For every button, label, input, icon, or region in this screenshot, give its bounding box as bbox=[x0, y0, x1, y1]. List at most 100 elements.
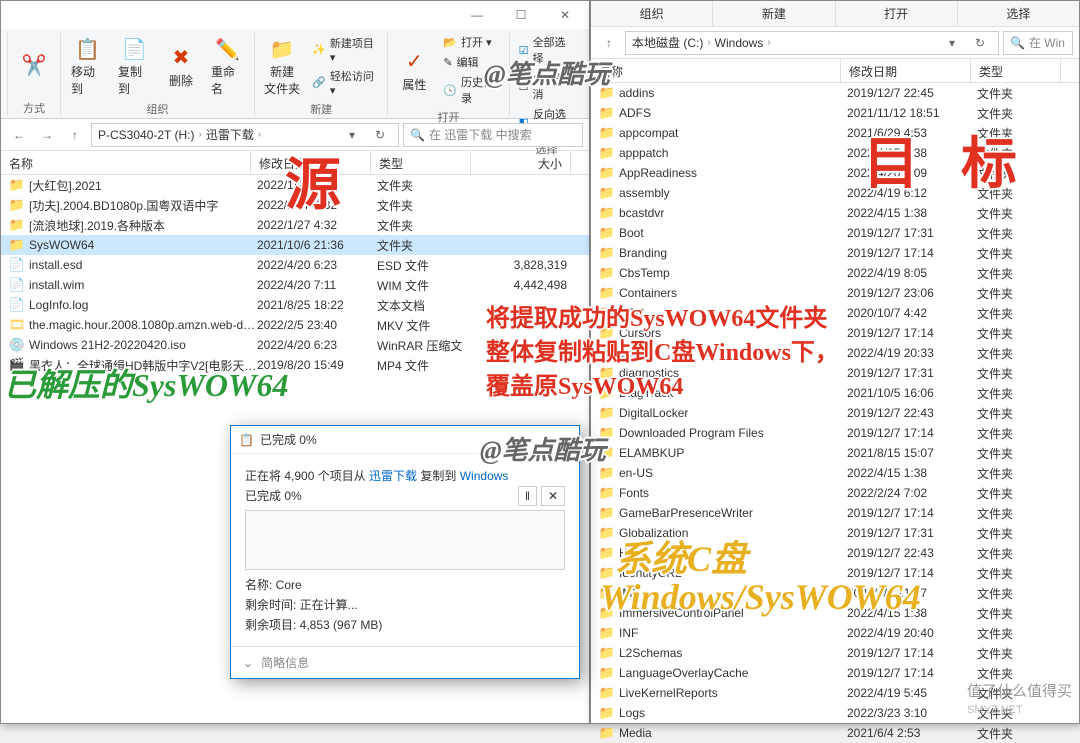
file-row[interactable]: 📄 install.wim 2022/4/20 7:11 WIM 文件 4,44… bbox=[1, 275, 589, 295]
file-row[interactable]: 📁 Containers 2019/12/7 23:06 文件夹 bbox=[591, 283, 1079, 303]
rename-button[interactable]: ✏️重命名 bbox=[207, 33, 248, 99]
file-row[interactable]: 📁 GameBarPresenceWriter 2019/12/7 17:14 … bbox=[591, 503, 1079, 523]
file-row[interactable]: 📄 install.esd 2022/4/20 6:23 ESD 文件 3,82… bbox=[1, 255, 589, 275]
file-row[interactable]: 📁 [功夫].2004.BD1080p.国粤双语中字 2022/1/27 4:3… bbox=[1, 195, 589, 215]
folder-icon: 📁 bbox=[599, 85, 615, 101]
file-row[interactable]: 📁 ELAMBKUP 2021/8/15 15:07 文件夹 bbox=[591, 443, 1079, 463]
file-row[interactable]: 📁 appcompat 2021/6/29 4:53 文件夹 bbox=[591, 123, 1079, 143]
dialog-footer: ⌄ 简略信息 bbox=[231, 646, 579, 678]
file-date: 2019/12/7 17:31 bbox=[847, 526, 977, 540]
up-button[interactable]: ↑ bbox=[597, 31, 621, 55]
file-type: WinRAR 压缩文 bbox=[377, 337, 477, 354]
minimize-button[interactable]: — bbox=[455, 1, 499, 29]
file-row[interactable]: 📁 assembly 2022/4/19 6:12 文件夹 bbox=[591, 183, 1079, 203]
breadcrumb[interactable]: 本地磁盘 (C:) › Windows › ▾ ↻ bbox=[625, 31, 999, 55]
col-type[interactable]: 类型 bbox=[971, 59, 1061, 82]
selectnone-button[interactable]: ☐全部取消 bbox=[516, 69, 577, 103]
file-date: 2019/12/7 17:14 bbox=[847, 426, 977, 440]
more-details-button[interactable]: 简略信息 bbox=[261, 654, 309, 671]
properties-button[interactable]: ✓属性 bbox=[394, 33, 434, 107]
file-row[interactable]: 📁 Downloaded Program Files 2019/12/7 17:… bbox=[591, 423, 1079, 443]
moveto-button[interactable]: 📋移动到 bbox=[67, 33, 108, 99]
file-row[interactable]: 📁 addins 2019/12/7 22:45 文件夹 bbox=[591, 83, 1079, 103]
file-row[interactable]: 📁 ImmersiveControlPanel 2022/4/15 1:38 文… bbox=[591, 603, 1079, 623]
file-row[interactable]: 📁 bcastdvr 2022/4/15 1:38 文件夹 bbox=[591, 203, 1079, 223]
file-name: CbsTemp bbox=[619, 266, 847, 280]
file-row[interactable]: 📁 Cursors 2019/12/7 17:14 文件夹 bbox=[591, 323, 1079, 343]
file-type: 文件夹 bbox=[977, 245, 1067, 262]
refresh-button[interactable]: ↻ bbox=[968, 31, 992, 55]
file-type: MKV 文件 bbox=[377, 317, 477, 334]
file-row[interactable]: 🎞 the.magic.hour.2008.1080p.amzn.web-dl.… bbox=[1, 315, 589, 335]
file-row[interactable]: 🎬 黑衣人：全球通缉HD韩版中字V2[电影天堂dy2... 2019/8/20 … bbox=[1, 355, 589, 375]
dropdown-button[interactable]: ▾ bbox=[340, 123, 364, 147]
back-button[interactable]: ← bbox=[7, 123, 31, 147]
breadcrumb-folder[interactable]: 迅雷下载 bbox=[206, 126, 254, 143]
col-date[interactable]: 修改日期 bbox=[251, 151, 371, 174]
file-row[interactable]: 📁 DigitalLocker 2019/12/7 22:43 文件夹 bbox=[591, 403, 1079, 423]
file-row[interactable]: 📁 Help 2019/12/7 22:43 文件夹 bbox=[591, 543, 1079, 563]
refresh-button[interactable]: ↻ bbox=[368, 123, 392, 147]
edit-button[interactable]: ✎编辑 bbox=[440, 53, 502, 71]
col-date[interactable]: 修改日期 bbox=[841, 59, 971, 82]
easyaccess-button[interactable]: 🔗轻松访问 ▾ bbox=[309, 67, 381, 98]
file-row[interactable]: 📁 DiagTrack 2021/10/5 16:06 文件夹 bbox=[591, 383, 1079, 403]
col-name[interactable]: 名称 bbox=[591, 59, 841, 82]
file-date: 2021/4/9 21:57 bbox=[847, 586, 977, 600]
file-row[interactable]: 📁 Media 2021/6/4 2:53 文件夹 bbox=[591, 723, 1079, 743]
file-row[interactable]: 📁 Boot 2019/12/7 17:31 文件夹 bbox=[591, 223, 1079, 243]
maximize-button[interactable]: ☐ bbox=[499, 1, 543, 29]
file-row[interactable]: 📁 ADFS 2021/11/12 18:51 文件夹 bbox=[591, 103, 1079, 123]
col-name[interactable]: 名称 bbox=[1, 151, 251, 174]
cut-button[interactable]: ✂️ bbox=[14, 33, 54, 98]
delete-button[interactable]: ✖删除 bbox=[161, 33, 201, 99]
dialog-close-button[interactable]: ✕ bbox=[561, 433, 571, 447]
pause-button[interactable]: ‖ bbox=[518, 486, 537, 506]
file-row[interactable]: 📁 [大红包].2021 2022/1/27 4:32 文件夹 bbox=[1, 175, 589, 195]
breadcrumb-folder[interactable]: Windows bbox=[715, 36, 764, 50]
file-row[interactable]: 📄 LogInfo.log 2021/8/25 18:22 文本文档 bbox=[1, 295, 589, 315]
file-row[interactable]: 📁 en-US 2022/4/15 1:38 文件夹 bbox=[591, 463, 1079, 483]
file-name: Branding bbox=[619, 246, 847, 260]
open-button[interactable]: 📂打开 ▾ bbox=[440, 33, 502, 51]
search-input[interactable]: 🔍 在 迅雷下载 中搜索 bbox=[403, 123, 583, 147]
breadcrumb-drive[interactable]: 本地磁盘 (C:) bbox=[632, 34, 703, 51]
copyto-button[interactable]: 📄复制到 bbox=[114, 33, 155, 99]
up-button[interactable]: ↑ bbox=[63, 123, 87, 147]
close-button[interactable]: ✕ bbox=[543, 1, 587, 29]
file-row[interactable]: 💿 Windows 21H2-20220420.iso 2022/4/20 6:… bbox=[1, 335, 589, 355]
file-row[interactable]: 📁 Globalization 2019/12/7 17:31 文件夹 bbox=[591, 523, 1079, 543]
file-row[interactable]: 📁 [流浪地球].2019.各种版本 2022/1/27 4:32 文件夹 bbox=[1, 215, 589, 235]
file-row[interactable]: 📁 IdentityCRL 2019/12/7 17:14 文件夹 bbox=[591, 563, 1079, 583]
newitem-button[interactable]: ✨新建项目 ▾ bbox=[309, 34, 381, 65]
file-row[interactable]: 📁 CSC 2020/10/7 4:42 文件夹 bbox=[591, 303, 1079, 323]
file-row[interactable]: 📁 CbsTemp 2022/4/19 8:05 文件夹 bbox=[591, 263, 1079, 283]
breadcrumb-drive[interactable]: P-CS3040-2T (H:) bbox=[98, 128, 194, 142]
file-type: 文件夹 bbox=[377, 177, 477, 194]
file-row[interactable]: 📁 AppReadiness 2022/4/20 6:09 文件夹 bbox=[591, 163, 1079, 183]
file-row[interactable]: 📁 L2Schemas 2019/12/7 17:14 文件夹 bbox=[591, 643, 1079, 663]
file-name: 黑衣人：全球通缉HD韩版中字V2[电影天堂dy2... bbox=[29, 357, 257, 374]
history-button[interactable]: 🕓历史记录 bbox=[440, 73, 502, 107]
cancel-button[interactable]: ✕ bbox=[541, 486, 565, 506]
file-row[interactable]: 📁 Fonts 2022/2/24 7:02 文件夹 bbox=[591, 483, 1079, 503]
selectall-button[interactable]: ☑全部选择 bbox=[516, 33, 577, 67]
file-row[interactable]: 📁 diagnostics 2019/12/7 17:31 文件夹 bbox=[591, 363, 1079, 383]
dest-link[interactable]: Windows bbox=[460, 469, 509, 483]
file-row[interactable]: 📁 INF 2022/4/19 20:40 文件夹 bbox=[591, 623, 1079, 643]
breadcrumb[interactable]: P-CS3040-2T (H:) › 迅雷下载 › ▾ ↻ bbox=[91, 123, 399, 147]
col-type[interactable]: 类型 bbox=[371, 151, 471, 174]
dropdown-button[interactable]: ▾ bbox=[940, 31, 964, 55]
file-date: 2022/4/20 7:11 bbox=[257, 278, 377, 292]
source-link[interactable]: 迅雷下载 bbox=[369, 469, 417, 483]
file-row[interactable]: 📁 SysWOW64 2021/10/6 21:36 文件夹 bbox=[1, 235, 589, 255]
col-size[interactable]: 大小 bbox=[471, 151, 571, 174]
search-input[interactable]: 🔍 在 Win bbox=[1003, 31, 1073, 55]
chevron-down-icon[interactable]: ⌄ bbox=[243, 656, 253, 670]
forward-button[interactable]: → bbox=[35, 123, 59, 147]
file-row[interactable]: 📁 Branding 2019/12/7 17:14 文件夹 bbox=[591, 243, 1079, 263]
file-row[interactable]: 📁 IME 2021/4/9 21:57 文件夹 bbox=[591, 583, 1079, 603]
newfolder-button[interactable]: 📁新建 文件夹 bbox=[261, 33, 303, 99]
file-row[interactable]: 📁 apppatch 2022/4/15 1:38 文件夹 bbox=[591, 143, 1079, 163]
file-row[interactable]: 📁 debug 2022/4/19 20:33 文件夹 bbox=[591, 343, 1079, 363]
